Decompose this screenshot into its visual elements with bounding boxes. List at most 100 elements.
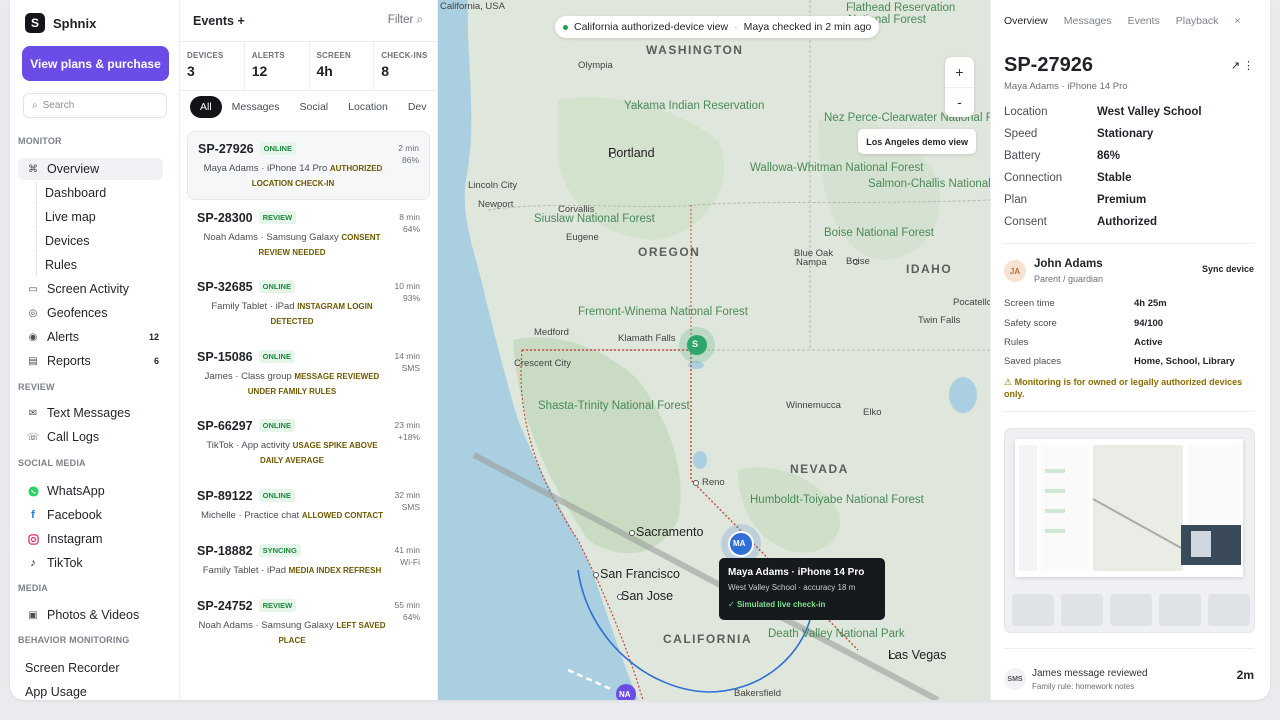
event-card[interactable]: SP-18882 SYNCING Family Tablet · iPad MEDI… — [187, 534, 430, 586]
avatar: JA — [1004, 260, 1026, 282]
view-plans-button[interactable]: View plans & purchase — [22, 46, 169, 81]
thumbnail[interactable] — [1208, 594, 1250, 626]
expand-more-icon[interactable]: ↗ ⋮ — [1231, 59, 1254, 72]
zoom-out-button[interactable]: - — [945, 88, 974, 118]
tab-playback[interactable]: Playback — [1176, 15, 1219, 27]
map-label: Lincoln City — [468, 180, 518, 191]
sidebar-item-geofences[interactable]: ◎ Geofences — [18, 302, 163, 324]
event-card[interactable]: SP-32685 ONLINE Family Tablet · iPad INSTA… — [187, 270, 430, 337]
event-card[interactable]: SP-24752 REVIEW Noah Adams · Samsung Galax… — [187, 589, 430, 656]
map-label: Boise National Forest — [824, 227, 934, 239]
event-card[interactable]: SP-28300 REVIEW Noah Adams · Samsung Galax… — [187, 201, 430, 268]
map-label: Crescent City — [514, 358, 572, 369]
sidebar-item-whatsapp[interactable]: WhatsApp — [18, 480, 163, 502]
divider — [1004, 411, 1254, 412]
event-id: SP-89122 — [197, 489, 253, 503]
sidebar-item-photos-videos[interactable]: ▣ Photos & Videos — [18, 604, 163, 626]
event-card[interactable]: SP-89122 ONLINE Michelle · Practice chat A… — [187, 479, 430, 531]
event-card[interactable]: SP-15086 ONLINE James · Class group MESSAG… — [187, 340, 430, 407]
tab-devices[interactable]: Dev — [398, 96, 437, 118]
events-title[interactable]: Events + — [193, 14, 245, 28]
map-pin-ma[interactable]: MA — [733, 539, 745, 548]
section-behavior-monitoring: BEHAVIOR MONITORING — [18, 635, 130, 645]
tab-location[interactable]: Location — [338, 96, 398, 118]
stat-alerts: ALERTS 12 — [245, 42, 310, 90]
sidebar-item-alerts[interactable]: ◉ Alerts 12 — [18, 326, 163, 348]
tiktok-icon: ♪ — [30, 557, 36, 569]
thumbnail[interactable] — [1110, 594, 1152, 626]
sidebar-item-reports[interactable]: ▤ Reports 6 — [18, 350, 163, 372]
event-card[interactable]: SP-66297 ONLINE TikTok · App activity USAG… — [187, 409, 430, 476]
event-card[interactable]: SP-27926 ONLINE Maya Adams · iPhone 14 Pro… — [187, 131, 430, 200]
sidebar-item-label: Reports — [47, 354, 91, 368]
sidebar-item-call-logs[interactable]: ☏ Call Logs — [18, 426, 163, 448]
map-label: Twin Falls — [918, 315, 961, 326]
alerts-count-badge: 12 — [148, 332, 159, 342]
filter-button[interactable]: Filter ⌕ — [388, 14, 423, 27]
live-map[interactable]: S MA NA California, USA Flathead Reserva… — [438, 0, 990, 700]
event-time: 2 min 86% — [398, 142, 419, 166]
detail-row: Consent Authorized — [1004, 216, 1254, 228]
sidebar-item-text-messages[interactable]: ✉ Text Messages — [18, 402, 163, 424]
sidebar-item-label: Geofences — [47, 306, 108, 320]
event-note: ALLOWED CONTACT — [301, 511, 383, 520]
event-who: James · Class group — [204, 371, 292, 382]
preview-screenshot — [1015, 439, 1243, 577]
tab-messages[interactable]: Messages — [222, 96, 290, 118]
thumbnail[interactable] — [1012, 594, 1054, 626]
sidebar-item-facebook[interactable]: f Facebook — [18, 504, 163, 526]
screen-preview[interactable] — [1004, 428, 1255, 633]
sidebar-item-instagram[interactable]: Instagram — [18, 528, 163, 550]
sidebar-item-screen-activity[interactable]: ▭ Screen Activity — [18, 278, 163, 300]
detail-value: Authorized — [1097, 216, 1158, 228]
thumbnail[interactable] — [1061, 594, 1103, 626]
metric-row: Screen time 4h 25m — [1004, 298, 1254, 309]
search-input[interactable]: ⌕ Search — [23, 93, 167, 118]
sidebar-item-dashboard[interactable]: Dashboard — [36, 182, 156, 204]
map-pin-na[interactable]: NA — [619, 690, 631, 699]
metric-key: Rules — [1004, 337, 1029, 348]
sync-device-button[interactable]: Sync device — [1202, 264, 1254, 274]
map-label: Nez Perce-Clearwater National Forests — [824, 112, 990, 124]
event-meta: 64% — [402, 612, 420, 622]
device-owner: Maya Adams · iPhone 14 Pro — [1004, 81, 1128, 92]
sidebar-item-label: Rules — [45, 258, 77, 272]
close-icon[interactable]: × — [1234, 15, 1240, 27]
authorization-warning: ⚠ Monitoring is for owned or legally aut… — [1004, 377, 1243, 399]
sidebar-item-tiktok[interactable]: ♪ TikTok — [18, 552, 163, 574]
tab-social[interactable]: Social — [290, 96, 339, 118]
thumbnail[interactable] — [1159, 594, 1201, 626]
activity-sub: Family rule: homework notes — [1032, 682, 1135, 691]
zoom-in-button[interactable]: + — [945, 57, 974, 88]
sidebar-item-overview[interactable]: ⌘ Overview — [18, 158, 163, 180]
map-label: Elko — [863, 407, 882, 418]
tab-all[interactable]: All — [190, 96, 222, 118]
map-label: Olympia — [578, 60, 613, 71]
guardian-name: John Adams — [1034, 258, 1103, 270]
sidebar-item-rules[interactable]: Rules — [36, 254, 156, 276]
brand[interactable]: S Sphnix — [25, 13, 96, 33]
demo-view-chip[interactable]: Los Angeles demo view — [858, 129, 976, 154]
status-badge: REVIEW — [258, 211, 297, 224]
stat-label: DEVICES — [187, 51, 224, 60]
tab-overview[interactable]: Overview — [1004, 15, 1048, 27]
sidebar-item-live-map[interactable]: Live map — [36, 206, 156, 228]
sidebar-item-screen-recorder[interactable]: Screen Recorder — [25, 661, 120, 675]
sidebar-item-devices[interactable]: Devices — [36, 230, 156, 252]
tab-events[interactable]: Events — [1128, 15, 1160, 27]
sidebar-item-label: Call Logs — [47, 430, 100, 444]
detail-key: Location — [1004, 106, 1048, 118]
zoom-controls: + - — [945, 57, 974, 117]
map-label: Humboldt-Toiyabe National Forest — [750, 494, 924, 506]
event-description: Maya Adams · iPhone 14 Pro AUTHORIZED LO… — [198, 161, 388, 191]
sidebar-item-app-usage[interactable]: App Usage — [25, 685, 87, 699]
metric-row: Rules Active — [1004, 337, 1254, 348]
stat-label: CHECK-INS — [381, 51, 428, 60]
activity-title: James message reviewed — [1032, 668, 1148, 679]
stat-value: 8 — [381, 63, 390, 79]
map-pin-s[interactable]: S — [692, 339, 698, 349]
section-social-media: SOCIAL MEDIA — [18, 458, 86, 468]
tab-messages[interactable]: Messages — [1064, 15, 1112, 27]
event-description: Family Tablet · iPad MEDIA INDEX REFRESH — [197, 563, 387, 578]
event-id: SP-18882 — [197, 544, 253, 558]
